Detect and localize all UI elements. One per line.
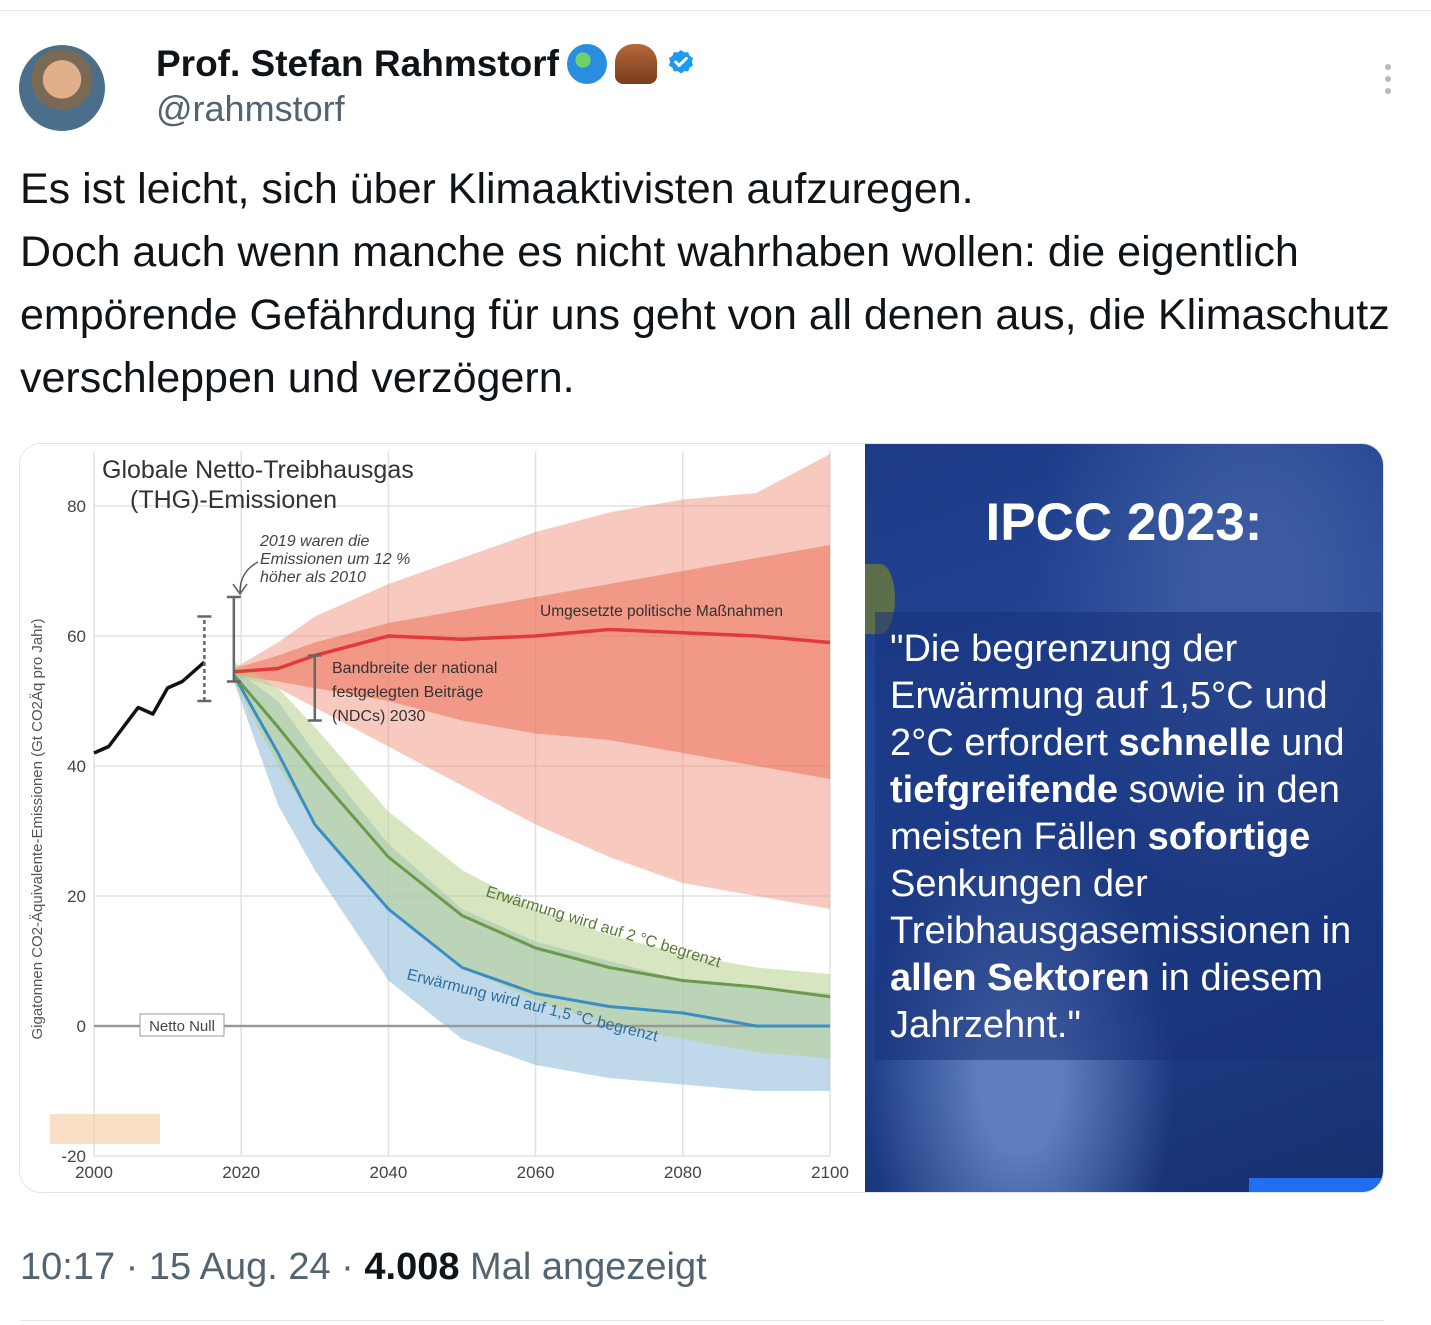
x-tick-label: 2060 xyxy=(517,1163,555,1182)
net-zero-label: Netto Null xyxy=(149,1018,215,1035)
y-tick-label: 80 xyxy=(67,497,86,516)
more-options-icon[interactable] xyxy=(1378,62,1398,96)
quote-emphasis: sofortige xyxy=(1147,816,1311,858)
tweet-date[interactable]: 15 Aug. 24 xyxy=(149,1246,331,1289)
handle[interactable]: @rahmstorf xyxy=(156,88,345,130)
ipcc-title: IPCC 2023: xyxy=(985,493,1263,552)
author-name-row: Prof. Stefan Rahmstorf xyxy=(156,40,697,88)
chart-title: (THG)-Emissionen xyxy=(130,486,337,514)
chart-title: Globale Netto-Treibhausgas xyxy=(102,456,414,484)
x-tick-label: 2080 xyxy=(664,1163,702,1182)
historical-series-line xyxy=(93,660,206,755)
bottom-divider xyxy=(20,1320,1383,1321)
x-tick-label: 2100 xyxy=(811,1163,849,1182)
quote-emphasis: tiefgreifende xyxy=(890,769,1119,811)
ipcc-quote-text: "Die begrenzung der Erwärmung auf 1,5°C … xyxy=(890,626,1380,1049)
media-container[interactable]: 2000 2020 2040 2060 2080 2100 -20 0 20 40 60 80 Glob… xyxy=(19,443,1384,1193)
quote-emphasis: schnelle xyxy=(1118,722,1271,764)
tweet-text: Es ist leicht, sich über Klimaaktivisten… xyxy=(20,165,1390,402)
tweet-time[interactable]: 10:17 xyxy=(20,1246,115,1289)
annotation-ndc: (NDCs) 2030 xyxy=(332,708,425,725)
emissions-chart-image[interactable]: 2000 2020 2040 2060 2080 2100 -20 0 20 40 60 80 Glob… xyxy=(20,444,865,1192)
x-tick-label: 2040 xyxy=(369,1163,407,1182)
accent-bar xyxy=(1249,1178,1383,1192)
quote-emphasis: allen Sektoren xyxy=(890,957,1150,999)
x-tick-label: 2020 xyxy=(222,1163,260,1182)
y-tick-label: 0 xyxy=(77,1017,86,1036)
annotation-2019: 2019 waren die xyxy=(259,533,370,550)
verified-badge-icon xyxy=(668,50,693,74)
logo-mark xyxy=(50,1114,160,1144)
avatar[interactable] xyxy=(19,45,105,131)
views-label: Mal angezeigt xyxy=(470,1246,707,1288)
emissions-chart: 2000 2020 2040 2060 2080 2100-20020406080Glob… xyxy=(29,451,849,1182)
policy-series-label: Umgesetzte politische Maßnahmen xyxy=(540,603,783,620)
meta-separator: · xyxy=(330,1246,365,1288)
quote-fragment: und xyxy=(1270,722,1345,764)
quote-fragment: Senkungen der Treibhausgasemissionen in xyxy=(890,863,1352,952)
tweet-meta: 10:17 · 15 Aug. 24 · 4.008 Mal angezeigt xyxy=(20,1246,707,1289)
annotation-2019: Emissionen um 12 % xyxy=(260,551,410,568)
ipcc-quote-image[interactable]: IPCC 2023: "Die begrenzung der Erwärmung… xyxy=(865,444,1383,1192)
y-tick-label: -20 xyxy=(61,1147,86,1166)
y-tick-label: 40 xyxy=(67,757,86,776)
annotation-ndc: Bandbreite der national xyxy=(332,660,497,677)
globe-icon xyxy=(566,44,607,84)
top-divider xyxy=(0,10,1431,11)
mammoth-icon xyxy=(614,44,657,84)
display-name[interactable]: Prof. Stefan Rahmstorf xyxy=(156,43,559,85)
y-axis-label: Gigatonnen CO2-Äquivalente-Emissionen (G… xyxy=(29,618,46,1039)
y-tick-label: 20 xyxy=(67,887,86,906)
views-count: 4.008 xyxy=(364,1246,460,1288)
meta-separator: · xyxy=(115,1246,149,1288)
annotation-ndc: festgelegten Beiträge xyxy=(332,684,483,701)
annotation-arrow xyxy=(232,561,259,596)
annotation-2019: höher als 2010 xyxy=(260,569,366,586)
y-tick-label: 60 xyxy=(67,627,86,646)
